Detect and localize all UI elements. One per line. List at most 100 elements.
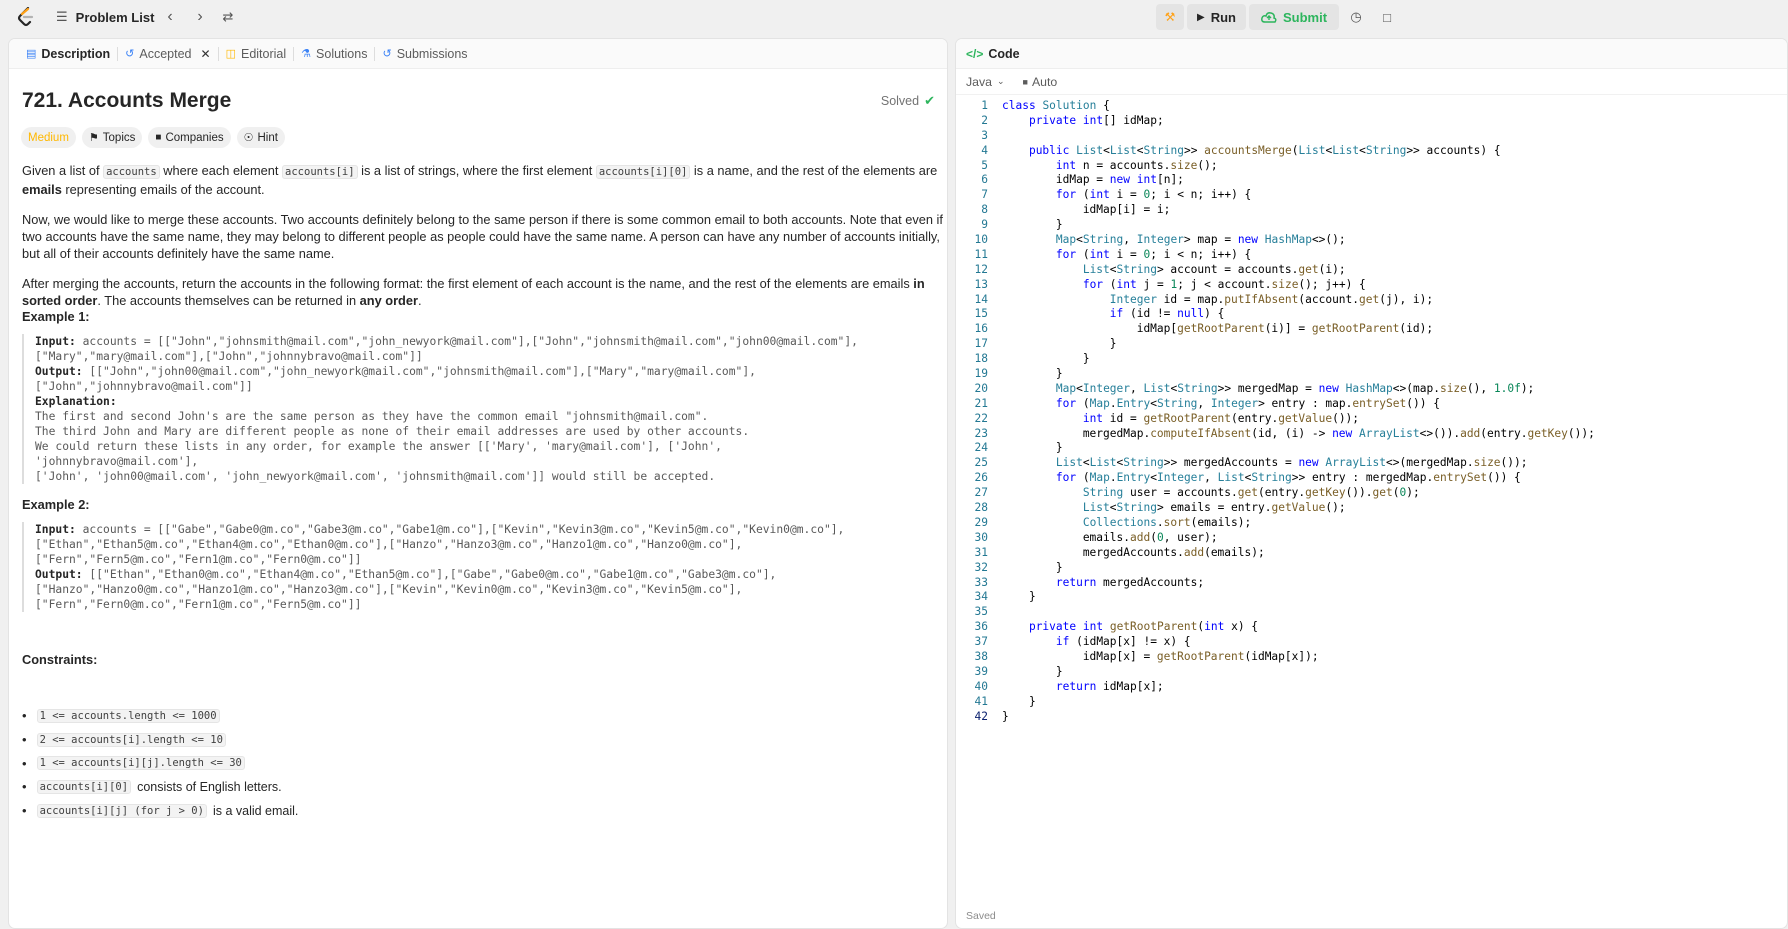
code-editor[interactable]: 1 class Solution {2 private int[] idMap; 3… — [956, 99, 1787, 725]
problem-title[interactable]: 721. Accounts Merge — [22, 89, 231, 113]
leetcode-logo[interactable] — [14, 0, 38, 34]
inline-code: accounts[i][0] — [595, 165, 691, 179]
code-line[interactable]: 33 return mergedAccounts; — [956, 576, 1787, 591]
code-line[interactable]: 35 — [956, 605, 1787, 620]
code-line[interactable]: 20 Map<Integer, List<String>> mergedMap … — [956, 382, 1787, 397]
clock-icon: ↺ — [382, 48, 392, 60]
code-text: Collections.sort(emails); — [1082, 515, 1252, 529]
line-number: 14 — [974, 292, 988, 306]
code-line[interactable]: 27 String user = accounts.get(entry.getK… — [956, 486, 1787, 501]
line-number: 36 — [974, 620, 988, 634]
inline-code: 1 <= accounts.length <= 1000 — [36, 708, 220, 723]
line-number: 5 — [981, 158, 988, 172]
close-icon[interactable]: ✕ — [201, 47, 211, 61]
code-line[interactable]: 40 return idMap[x]; — [956, 680, 1787, 695]
code-line[interactable]: 19 } — [956, 367, 1787, 382]
code-line[interactable]: 15 if (id != null) { — [956, 307, 1787, 322]
code-line[interactable]: 17 } — [956, 337, 1787, 352]
code-line[interactable]: 4 public List<List<String>> accountsMerg… — [956, 144, 1787, 159]
notes-button[interactable]: □ — [1373, 4, 1401, 30]
code-line[interactable]: 6 idMap = new int[n]; — [956, 173, 1787, 188]
code-text: mergedAccounts.add(emails); — [1002, 545, 1265, 559]
code-line[interactable]: 26 for (Map.Entry<Integer, List<String>>… — [956, 471, 1787, 486]
code-line[interactable]: 36 private int getRootParent(int x) { — [956, 620, 1787, 635]
code-line[interactable]: 41 } — [956, 695, 1787, 710]
code-line[interactable]: 7 for (int i = 0; i < n; i++) { — [956, 188, 1787, 203]
code-line[interactable]: 29 Collections.sort(emails); — [956, 515, 1787, 531]
code-line[interactable]: 12 List<String> account = accounts.get(i… — [956, 263, 1787, 278]
code-line[interactable]: 16 idMap[getRootParent(i)] = getRootPare… — [956, 322, 1787, 337]
line-number: 18 — [974, 352, 988, 366]
hint-chip[interactable]: ☉ Hint — [236, 127, 285, 148]
code-line[interactable]: 31 mergedAccounts.add(emails); — [956, 545, 1787, 561]
debug-button[interactable]: ⚒ — [1156, 4, 1184, 30]
code-line[interactable]: 11 for (int i = 0; i < n; i++) { — [956, 248, 1787, 263]
example-2-title: Example 2: — [22, 497, 90, 512]
code-line[interactable]: 22 int id = getRootParent(entry.getValue… — [956, 411, 1787, 427]
chevron-right-icon: › — [197, 8, 203, 25]
code-text: idMap[x] = getRootParent(idMap[x]); — [1002, 649, 1319, 663]
code-text: mergedMap.computeIfAbsent(id, (i) -> new… — [1002, 426, 1595, 440]
auto-mode-toggle[interactable]: ■ Auto — [1023, 75, 1058, 89]
run-label: Run — [1210, 9, 1236, 25]
code-line[interactable]: 39 } — [956, 665, 1787, 680]
code-line[interactable]: 23 mergedMap.computeIfAbsent(id, (i) -> … — [956, 426, 1787, 442]
code-line[interactable]: 37 if (idMap[x] != x) { — [956, 635, 1787, 650]
submit-button[interactable]: Submit — [1248, 4, 1340, 30]
line-number: 24 — [974, 441, 988, 455]
note-icon: □ — [1383, 9, 1391, 25]
code-line[interactable]: 8 idMap[i] = i; — [956, 203, 1787, 218]
line-number: 1 — [981, 99, 988, 112]
text: After merging the accounts, return the a… — [22, 276, 914, 291]
code-line[interactable]: 5 int n = accounts.size(); — [956, 158, 1787, 174]
input-value: accounts = [["Gabe","Gabe0@m.co","Gabe3@… — [35, 523, 845, 566]
alarm-icon: ◷ — [1350, 9, 1362, 24]
chip-label: Companies — [165, 131, 224, 144]
tab-solutions[interactable]: ⚗ Solutions — [294, 39, 374, 69]
tab-accepted[interactable]: ↺ Accepted ✕ — [118, 39, 217, 69]
code-text: idMap = new int[n]; — [1002, 173, 1184, 187]
code-line[interactable]: 34 } — [956, 590, 1787, 605]
list-item: accounts[i][j] (for j > 0) is a valid em… — [22, 799, 298, 823]
code-text: private int[] idMap; — [1028, 113, 1164, 127]
code-line[interactable]: 13 for (int j = 1; j < account.size(); j… — [956, 277, 1787, 293]
code-line[interactable]: 25 List<List<String>> mergedAccounts = n… — [956, 456, 1787, 471]
list-icon: ☰ — [56, 9, 68, 24]
code-line[interactable]: 9 } — [956, 218, 1787, 233]
code-line[interactable]: 21 for (Map.Entry<String, Integer> entry… — [956, 396, 1787, 412]
code-text: for (int i = 0; i < n; i++) { — [1055, 188, 1252, 202]
topics-chip[interactable]: ⚑ Topics — [81, 127, 143, 148]
run-button[interactable]: ▶ Run — [1187, 4, 1246, 30]
code-text: for (int j = 1; j < account.size(); j++)… — [1082, 277, 1366, 291]
code-line[interactable]: 2 private int[] idMap; — [956, 113, 1787, 129]
line-number: 22 — [974, 411, 988, 425]
tab-label: Accepted — [139, 46, 192, 61]
timer-button[interactable]: ◷ — [1342, 4, 1370, 30]
code-line[interactable]: 24 } — [956, 441, 1787, 456]
tab-editorial[interactable]: ◫ Editorial — [219, 39, 294, 69]
code-line[interactable]: 42} — [956, 710, 1787, 725]
code-line[interactable]: 10 Map<String, Integer> map = new HashMa… — [956, 233, 1787, 248]
code-text: for (Map.Entry<String, Integer> entry : … — [1055, 396, 1440, 410]
tab-description[interactable]: ▤ Description — [19, 39, 117, 69]
line-number: 38 — [974, 649, 988, 663]
code-line[interactable]: 3 — [956, 129, 1787, 144]
code-line[interactable]: 30 emails.add(0, user); — [956, 531, 1787, 546]
code-line[interactable]: 28 List<String> emails = entry.getValue(… — [956, 501, 1787, 516]
action-group: ⚒ ▶ Run Submit ◷ □ — [1156, 4, 1401, 30]
difficulty-badge: Medium — [21, 127, 76, 148]
prev-problem-button[interactable]: ‹ — [158, 0, 182, 34]
code-line[interactable]: 1 class Solution { — [956, 99, 1787, 114]
code-line[interactable]: 38 idMap[x] = getRootParent(idMap[x]); — [956, 649, 1787, 665]
random-problem-button[interactable]: ⇄ — [216, 0, 240, 34]
problem-list-button[interactable]: ☰ Problem List — [56, 0, 154, 34]
companies-chip[interactable]: ■ Companies — [148, 127, 231, 148]
language-select[interactable]: Java ⌄ — [966, 75, 1005, 89]
code-line[interactable]: 14 Integer id = map.putIfAbsent(account.… — [956, 292, 1787, 308]
next-problem-button[interactable]: › — [188, 0, 212, 34]
code-line[interactable]: 32 } — [956, 561, 1787, 576]
output-value: [["John","john00@mail.com","john_newyork… — [35, 365, 756, 393]
save-status: Saved — [966, 910, 996, 922]
code-line[interactable]: 18 } — [956, 352, 1787, 367]
tab-submissions[interactable]: ↺ Submissions — [375, 39, 474, 69]
